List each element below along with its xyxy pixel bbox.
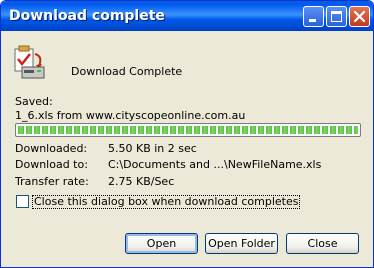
close-on-complete-checkbox[interactable] — [16, 195, 29, 208]
transfer-rate-value: 2.75 KB/Sec — [108, 175, 175, 188]
download-complete-icon — [14, 45, 45, 79]
downloaded-value: 5.50 KB in 2 sec — [108, 142, 197, 155]
transfer-rate-label: Transfer rate: — [15, 175, 89, 188]
downloaded-label: Downloaded: — [15, 142, 88, 155]
maximize-button[interactable] — [326, 6, 347, 27]
saved-label: Saved: — [15, 95, 53, 108]
download-progress-bar — [15, 123, 361, 137]
window-title: Download complete — [9, 8, 165, 24]
progress-fill — [18, 126, 358, 134]
close-window-button[interactable] — [349, 6, 370, 27]
open-button[interactable]: Open — [125, 233, 198, 254]
maximize-icon — [331, 11, 342, 22]
title-bar[interactable]: Download complete — [1, 1, 373, 31]
download-complete-dialog: Download complete Download Complete Save… — [0, 0, 374, 268]
minimize-button[interactable] — [303, 6, 324, 27]
header-text: Download Complete — [71, 65, 183, 78]
download-to-label: Download to: — [15, 158, 88, 171]
download-to-value: C:\Documents and ...\NewFileName.xls — [108, 158, 322, 171]
minimize-icon — [309, 19, 316, 22]
close-button[interactable]: Close — [286, 233, 359, 254]
open-folder-button[interactable]: Open Folder — [205, 233, 278, 254]
close-on-complete-label[interactable]: Close this dialog box when download comp… — [32, 195, 301, 209]
saved-file-info: 1_6.xls from www.cityscopeonline.com.au — [15, 109, 246, 122]
close-icon — [353, 10, 366, 23]
